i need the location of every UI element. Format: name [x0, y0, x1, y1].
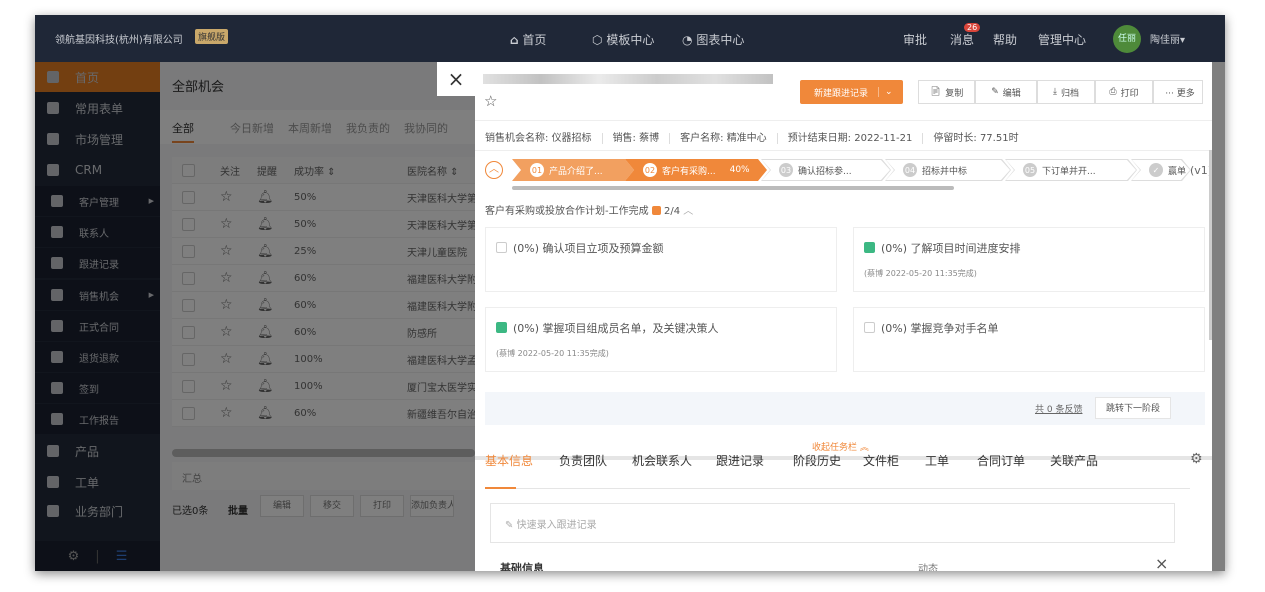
- stage-step[interactable]: 03 确认招标参...: [761, 159, 891, 181]
- collapse-stages-icon[interactable]: ︿: [485, 161, 503, 179]
- gear-icon[interactable]: ⚙: [1190, 451, 1203, 467]
- edition-badge: 旗舰版: [195, 29, 229, 44]
- chevron-down-icon[interactable]: ⌄: [878, 87, 893, 97]
- detail-tab[interactable]: 关联产品: [1050, 452, 1098, 469]
- toolbar-button-icon: 📄︎: [929, 87, 942, 97]
- task-card: (0%) 掌握项目组成员名单，及关键决策人 (蔡博 2022-05-20 11:3…: [485, 307, 837, 372]
- nav-templates[interactable]: ⬡ 模板中心: [592, 31, 654, 48]
- detail-tab[interactable]: 合同订单: [977, 452, 1025, 469]
- detail-tab[interactable]: 工单: [925, 452, 949, 469]
- detail-tab[interactable]: 基本信息: [485, 452, 533, 469]
- next-stage-button[interactable]: 跳转下一阶段: [1095, 397, 1172, 419]
- info-field: 停留时长: 77.51时: [922, 133, 1019, 144]
- nav-home[interactable]: ⌂ 首页: [510, 31, 546, 48]
- star-icon[interactable]: ☆: [484, 92, 497, 110]
- info-field: 销售机会名称: 仪器招标: [485, 133, 592, 144]
- message-count-badge: 26: [964, 23, 981, 32]
- toolbar-button-icon: ✎: [991, 87, 999, 97]
- toolbar-button[interactable]: ⎙ 打印: [1095, 80, 1153, 104]
- stage-step[interactable]: 01 产品介绍了...: [512, 159, 634, 181]
- stage-step[interactable]: 05 下订单并开...: [1005, 159, 1137, 181]
- chart-pie-icon: ◔: [682, 33, 693, 47]
- cube-icon: ⬡: [592, 33, 603, 47]
- pencil-icon: ✎: [505, 520, 514, 531]
- task-section-title: 客户有采购或投放合作计划-工作完成 2/4 ︿: [485, 206, 694, 217]
- task-card: (0%) 了解项目时间进度安排 (蔡博 2022-05-20 11:35完成): [853, 227, 1205, 292]
- toolbar-button[interactable]: ✎ 编辑: [975, 80, 1037, 104]
- detail-tab[interactable]: 跟进记录: [716, 452, 764, 469]
- task-note: (蔡博 2022-05-20 11:35完成): [496, 349, 609, 358]
- app-window: 领航基因科技(杭州)有限公司 旗舰版 ⌂ 首页 ⬡ 模板中心 ◔ 图表中心 审批…: [35, 15, 1225, 571]
- help-link[interactable]: 帮助: [993, 31, 1017, 48]
- admin-link[interactable]: 管理中心: [1038, 31, 1086, 48]
- panel-scrollbar[interactable]: [1209, 150, 1212, 340]
- top-bar: 领航基因科技(杭州)有限公司 旗舰版 ⌂ 首页 ⬡ 模板中心 ◔ 图表中心 审批…: [35, 15, 1225, 62]
- feedback-link[interactable]: 共 0 条反馈: [1035, 402, 1082, 415]
- detail-tab[interactable]: 文件柜: [863, 452, 899, 469]
- messages-link[interactable]: 消息: [950, 31, 974, 48]
- info-row: 销售机会名称: 仪器招标 销售: 蔡博 客户名称: 精准中心 预计结束日期: 2022…: [485, 129, 1029, 144]
- activity-close-icon[interactable]: ×: [1155, 554, 1168, 571]
- info-field: 预计结束日期: 2022-11-21: [776, 133, 913, 144]
- toolbar-button[interactable]: ··· 更多: [1153, 80, 1203, 104]
- home-icon: ⌂: [510, 33, 519, 47]
- detail-tab[interactable]: 机会联系人: [632, 452, 692, 469]
- info-field: 客户名称: 精准中心: [669, 133, 767, 144]
- activity-heading: 动态: [918, 564, 938, 571]
- stage-scrollbar[interactable]: [512, 186, 954, 190]
- toolbar-button[interactable]: 📄︎ 复制: [918, 80, 975, 104]
- task-checkbox[interactable]: [496, 322, 507, 333]
- blurred-title: [483, 74, 773, 84]
- detail-tab[interactable]: 负责团队: [559, 452, 607, 469]
- nav-charts[interactable]: ◔ 图表中心: [682, 31, 744, 48]
- quick-record-input[interactable]: ✎ 快速录入跟进记录: [490, 503, 1175, 543]
- stage-step[interactable]: ✓ 赢单: [1131, 159, 1191, 181]
- task-checkbox[interactable]: [864, 322, 875, 333]
- avatar[interactable]: 任丽: [1113, 25, 1141, 53]
- stage-step[interactable]: 04 招标并中标: [885, 159, 1011, 181]
- opportunity-detail-panel: ☆ 新建跟进记录 ⌄ 📄︎ 复制 ✎ 编辑 ⤓ 归档 ⎙ 打印 ··· 更多 销售机会名称: 仪器…: [475, 62, 1212, 571]
- task-note: (蔡博 2022-05-20 11:35完成): [864, 269, 977, 278]
- toolbar-button-icon: ⎙: [1109, 87, 1117, 97]
- task-footer: 共 0 条反馈 跳转下一阶段: [485, 392, 1205, 425]
- company-name: 领航基因科技(杭州)有限公司: [55, 35, 183, 46]
- user-menu[interactable]: 陶佳丽▾: [1150, 31, 1185, 46]
- toolbar-button-icon: ⤓: [1053, 87, 1057, 97]
- basic-info-heading: 基础信息: [500, 562, 544, 571]
- info-field: 销售: 蔡博: [601, 133, 660, 144]
- task-checkbox[interactable]: [864, 242, 875, 253]
- stage-step[interactable]: 02 客户有采购... 40%: [625, 159, 767, 181]
- task-card: (0%) 确认项目立项及预算金额: [485, 227, 837, 292]
- toolbar-button[interactable]: ⤓ 归档: [1037, 80, 1095, 104]
- detail-tab[interactable]: 阶段历史: [793, 452, 841, 469]
- task-card: (0%) 掌握竞争对手名单: [853, 307, 1205, 372]
- approve-link[interactable]: 审批: [903, 31, 927, 48]
- task-checkbox[interactable]: [496, 242, 507, 253]
- close-panel-button[interactable]: ×: [437, 62, 475, 96]
- new-record-button[interactable]: 新建跟进记录 ⌄: [800, 80, 903, 104]
